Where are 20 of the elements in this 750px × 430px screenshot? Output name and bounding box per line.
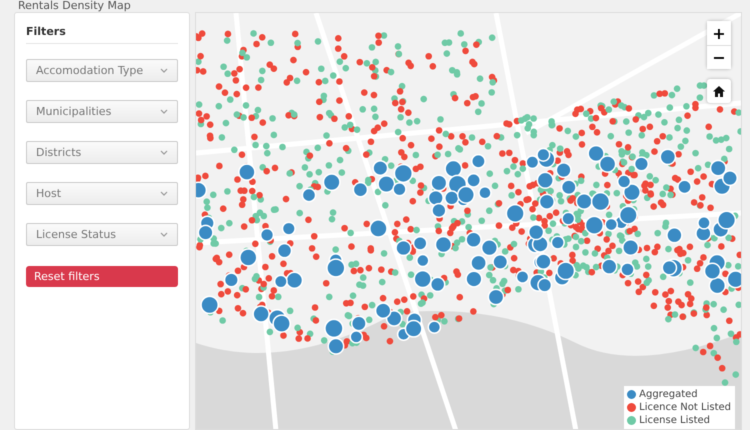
legend-label: License Listed xyxy=(639,415,710,426)
chevron-icon xyxy=(160,150,168,155)
chevron-icon xyxy=(160,232,168,237)
home-icon xyxy=(713,86,725,96)
chevron-icon xyxy=(160,68,168,73)
filters-heading: Filters xyxy=(26,25,178,44)
page-title: Rentals Density Map xyxy=(17,0,132,12)
zoom-in-button[interactable]: + xyxy=(707,21,731,45)
filter-dropdown[interactable]: Accomodation Type xyxy=(26,59,178,82)
home-button[interactable] xyxy=(707,79,731,103)
filter-dropdown[interactable]: License Status xyxy=(26,223,178,246)
reset-filters-button[interactable]: Reset filters xyxy=(26,266,178,287)
filter-dropdown[interactable]: Host xyxy=(26,182,178,205)
zoom-out-button[interactable]: − xyxy=(707,45,731,69)
chevron-icon xyxy=(160,109,168,114)
chevron-icon xyxy=(160,191,168,196)
legend-label: Aggregated xyxy=(639,389,698,400)
filter-dropdown[interactable]: Municipalities xyxy=(26,100,178,123)
legend-label: Licence Not Listed xyxy=(639,402,731,413)
filter-dropdown[interactable]: Districts xyxy=(26,141,178,164)
